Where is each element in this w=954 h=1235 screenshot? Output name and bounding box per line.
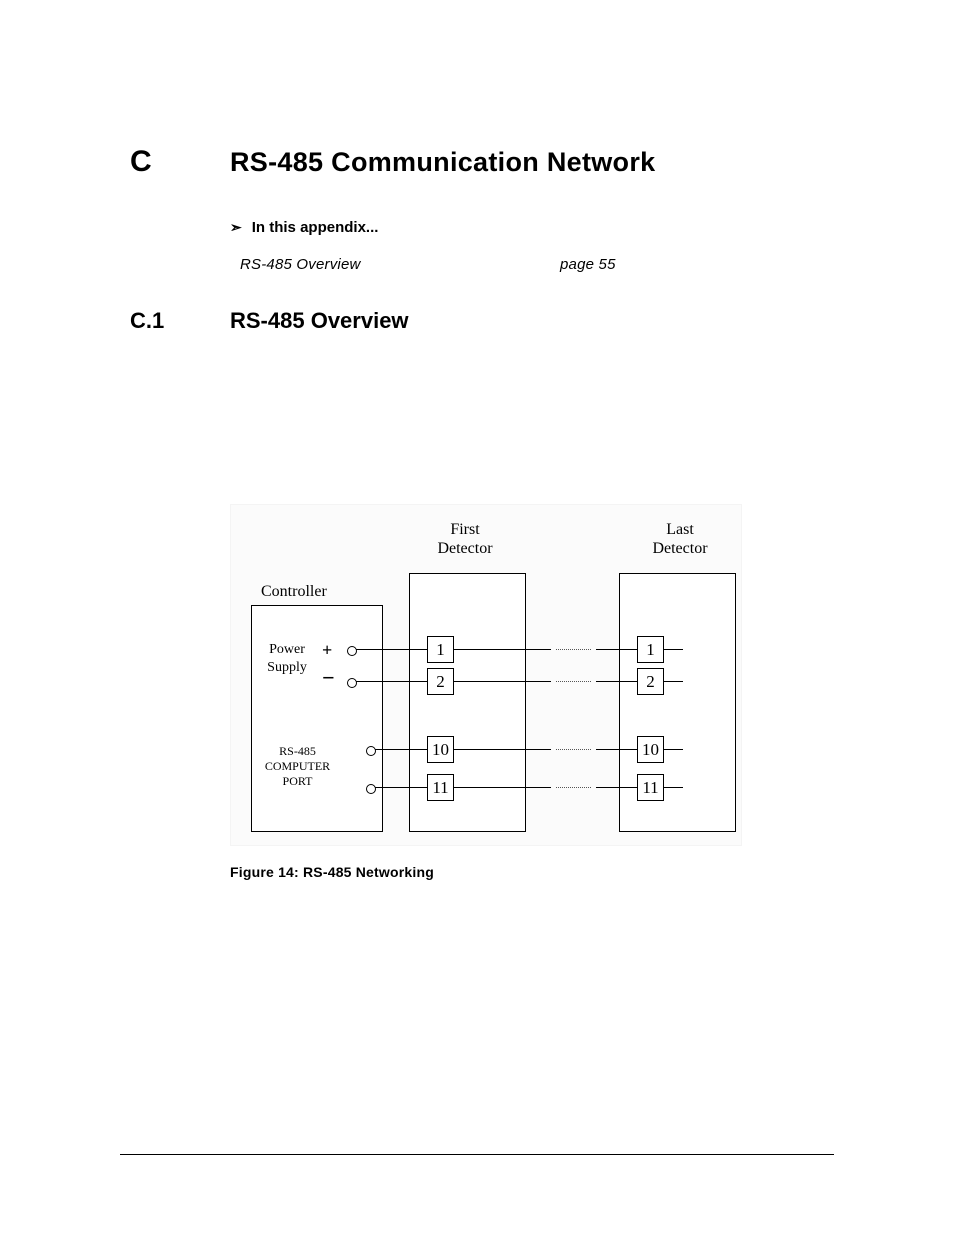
- page-content: C RS-485 Communication Network ➣ In this…: [0, 0, 954, 880]
- chapter-title: RS-485 Communication Network: [230, 147, 655, 178]
- controller-plus-sign: +: [322, 640, 332, 661]
- port-line3: PORT: [283, 774, 313, 788]
- last-terminal-11: 11: [637, 774, 664, 801]
- controller-power-supply: Power Supply: [262, 641, 312, 676]
- wire-ctrl-first-11: [375, 787, 427, 788]
- wire-first-out-2: [453, 681, 551, 682]
- box-controller: Power Supply + − RS-485 COMPUTER PORT: [251, 605, 383, 832]
- label-last-line2: Detector: [652, 540, 707, 557]
- wire-first-out-1: [453, 649, 551, 650]
- chapter-heading: C RS-485 Communication Network: [130, 145, 834, 179]
- label-last-detector: Last Detector: [645, 520, 715, 558]
- section-number: C.1: [130, 308, 230, 334]
- wire-last-in-1: [596, 649, 637, 650]
- section-title: RS-485 Overview: [230, 308, 409, 334]
- appendix-intro-text: In this appendix...: [252, 219, 379, 236]
- label-first-detector: First Detector: [435, 520, 495, 558]
- wire-ctrl-first-10: [375, 749, 427, 750]
- first-terminal-11: 11: [427, 774, 454, 801]
- wire-last-stub-2: [663, 681, 683, 682]
- figure-caption: Figure 14: RS-485 Networking: [230, 864, 740, 880]
- first-terminal-1: 1: [427, 636, 454, 663]
- appendix-intro: ➣ In this appendix...: [230, 219, 834, 236]
- dots-2: [556, 681, 591, 683]
- port-line2: COMPUTER: [265, 759, 330, 773]
- arrow-bullet-icon: ➣: [230, 219, 242, 236]
- toc-row: RS-485 Overview page 55: [240, 256, 834, 273]
- label-first-line2: Detector: [437, 540, 492, 557]
- toc-item-page: page 55: [560, 256, 616, 273]
- wire-last-in-10: [596, 749, 637, 750]
- wire-last-in-2: [596, 681, 637, 682]
- wire-ctrl-first-1: [356, 649, 427, 650]
- figure-diagram: First Detector Last Detector Controller …: [230, 504, 742, 846]
- controller-terminal-1: [347, 646, 357, 656]
- label-last-line1: Last: [666, 521, 694, 538]
- last-terminal-2: 2: [637, 668, 664, 695]
- wire-ctrl-first-2: [356, 681, 427, 682]
- wire-last-stub-11: [663, 787, 683, 788]
- controller-terminal-11: [366, 784, 376, 794]
- wire-last-in-11: [596, 787, 637, 788]
- document-page: C RS-485 Communication Network ➣ In this…: [0, 0, 954, 1235]
- controller-terminal-2: [347, 678, 357, 688]
- label-first-line1: First: [450, 521, 479, 538]
- wire-first-out-10: [453, 749, 551, 750]
- first-terminal-2: 2: [427, 668, 454, 695]
- toc-item-label: RS-485 Overview: [240, 256, 560, 273]
- ps-line2: Supply: [267, 660, 307, 675]
- last-terminal-1: 1: [637, 636, 664, 663]
- wire-last-stub-10: [663, 749, 683, 750]
- ps-line1: Power: [269, 642, 305, 657]
- figure-wrapper: First Detector Last Detector Controller …: [230, 504, 740, 880]
- first-terminal-10: 10: [427, 736, 454, 763]
- chapter-letter: C: [130, 145, 230, 179]
- dots-1: [556, 649, 591, 651]
- controller-terminal-10: [366, 746, 376, 756]
- wire-first-out-11: [453, 787, 551, 788]
- label-controller: Controller: [261, 583, 327, 601]
- port-line1: RS-485: [279, 744, 316, 758]
- last-terminal-10: 10: [637, 736, 664, 763]
- footer-rule: [120, 1154, 834, 1155]
- dots-11: [556, 787, 591, 789]
- controller-port-label: RS-485 COMPUTER PORT: [260, 744, 335, 789]
- wire-last-stub-1: [663, 649, 683, 650]
- dots-10: [556, 749, 591, 751]
- section-heading: C.1 RS-485 Overview: [130, 308, 834, 334]
- controller-minus-sign: −: [322, 671, 335, 684]
